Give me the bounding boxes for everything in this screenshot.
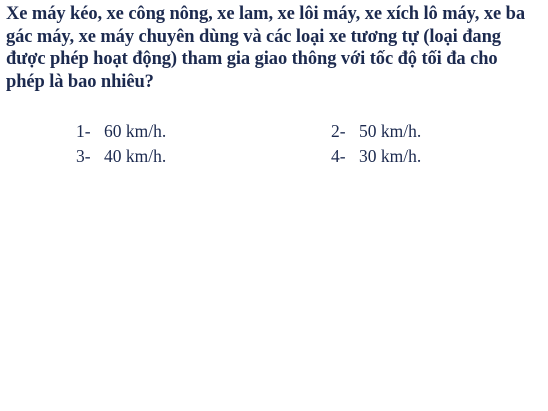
option-3[interactable]: 3- 40 km/h. (76, 145, 166, 167)
option-text: 40 km/h. (104, 146, 167, 166)
option-1[interactable]: 1- 60 km/h. (76, 120, 166, 142)
option-text: 30 km/h. (359, 146, 422, 166)
option-number: 4- (331, 146, 346, 166)
option-number: 1- (76, 121, 91, 141)
option-number: 3- (76, 146, 91, 166)
question-text: Xe máy kéo, xe công nông, xe lam, xe lôi… (6, 4, 525, 92)
option-text: 60 km/h. (104, 121, 167, 141)
option-2[interactable]: 2- 50 km/h. (331, 120, 421, 142)
option-text: 50 km/h. (359, 121, 422, 141)
option-number: 2- (331, 121, 346, 141)
option-4[interactable]: 4- 30 km/h. (331, 145, 421, 167)
